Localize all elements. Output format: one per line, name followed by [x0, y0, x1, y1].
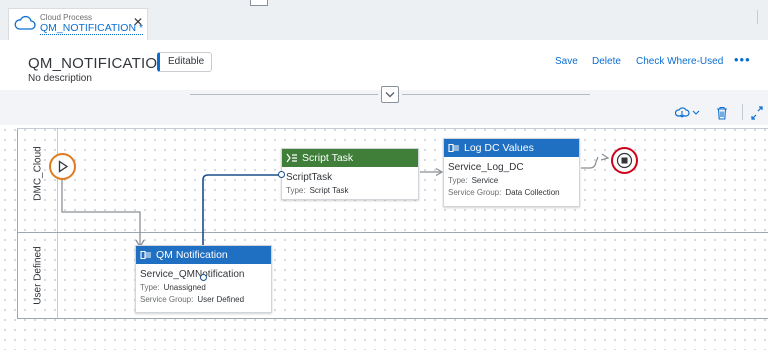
save-button[interactable]: Save [555, 56, 578, 67]
task-title: Log DC Values [464, 142, 534, 154]
task-title: Script Task [302, 152, 354, 164]
chevron-down-icon [385, 92, 395, 98]
task-header: Log DC Values [444, 139, 579, 157]
toolbar-separator [742, 104, 743, 120]
tab-bar: Cloud Process QM_NOTIFICATION * ✕ [0, 0, 768, 40]
task-name: ScriptTask [286, 172, 333, 183]
lane-header-user-defined[interactable]: User Defined [18, 233, 58, 318]
lane-header-dmc-cloud[interactable]: DMC_Cloud [18, 128, 58, 232]
log-dc-values-node[interactable]: Log DC Values Service_Log_DC Type: Servic… [443, 138, 580, 207]
lane-label: DMC_Cloud [32, 146, 44, 201]
page-title: QM_NOTIFICATION [28, 55, 169, 72]
stop-icon [616, 152, 633, 169]
group-value: Data Collection [505, 188, 560, 197]
task-name: Service_Log_DC [448, 162, 524, 173]
delete-button[interactable]: Delete [592, 56, 621, 67]
task-service-group: Service Group: User Defined [136, 295, 271, 304]
pool-bottom-border [17, 318, 768, 319]
check-where-used-button[interactable]: Check Where-Used [636, 56, 723, 67]
type-value: Service [471, 176, 499, 185]
header-divider-left [190, 94, 378, 95]
task-service-group: Service Group: Data Collection [444, 188, 579, 197]
cloud-download-icon [674, 107, 700, 118]
type-label: Type: [140, 283, 160, 292]
start-event[interactable] [49, 153, 76, 180]
end-event[interactable] [611, 147, 638, 174]
service-icon [448, 143, 459, 153]
top-splitter-handle[interactable] [250, 0, 268, 6]
task-header: Script Task [282, 149, 418, 167]
connection-anchor[interactable] [278, 171, 285, 178]
more-actions-button[interactable]: ••• [734, 52, 751, 67]
deploy-menu-button[interactable] [674, 106, 701, 125]
editable-badge: Editable [157, 52, 213, 72]
lane-label: User Defined [32, 246, 44, 305]
service-icon [140, 250, 151, 260]
header-divider-right [402, 94, 590, 95]
type-value: Unassigned [163, 283, 206, 292]
task-title: QM Notification [156, 249, 228, 261]
group-value: User Defined [197, 295, 245, 304]
script-icon [286, 153, 297, 163]
delete-icon[interactable] [716, 106, 728, 125]
play-icon [58, 160, 69, 173]
task-type: Type: Unassigned [136, 283, 271, 292]
type-label: Type: [448, 176, 468, 185]
script-task-node[interactable]: Script Task ScriptTask Type: Script Task [281, 148, 419, 200]
collapse-header-button[interactable] [381, 86, 399, 103]
task-type: Type: Script Task [282, 186, 418, 195]
canvas-toolbar [0, 103, 768, 125]
process-description: No description [28, 73, 92, 84]
pool-top-border [17, 128, 768, 129]
task-header: QM Notification [136, 246, 271, 264]
type-label: Type: [286, 186, 306, 195]
tab-subtitle: Cloud Process [40, 13, 93, 22]
cloud-icon [14, 15, 36, 30]
task-type: Type: Service [444, 176, 579, 185]
object-header: QM_NOTIFICATION Editable No description … [0, 40, 768, 90]
process-tab[interactable]: Cloud Process QM_NOTIFICATION * ✕ [8, 8, 148, 40]
tab-title: QM_NOTIFICATION * [40, 22, 144, 35]
group-label: Service Group: [448, 188, 502, 197]
fit-to-screen-icon[interactable] [751, 106, 763, 125]
type-value: Script Task [309, 186, 349, 195]
lane-separator [17, 232, 768, 233]
group-label: Service Group: [140, 295, 194, 304]
close-icon[interactable]: ✕ [133, 15, 143, 29]
connection-anchor[interactable] [200, 274, 207, 281]
toolbar-separator [757, 10, 758, 24]
